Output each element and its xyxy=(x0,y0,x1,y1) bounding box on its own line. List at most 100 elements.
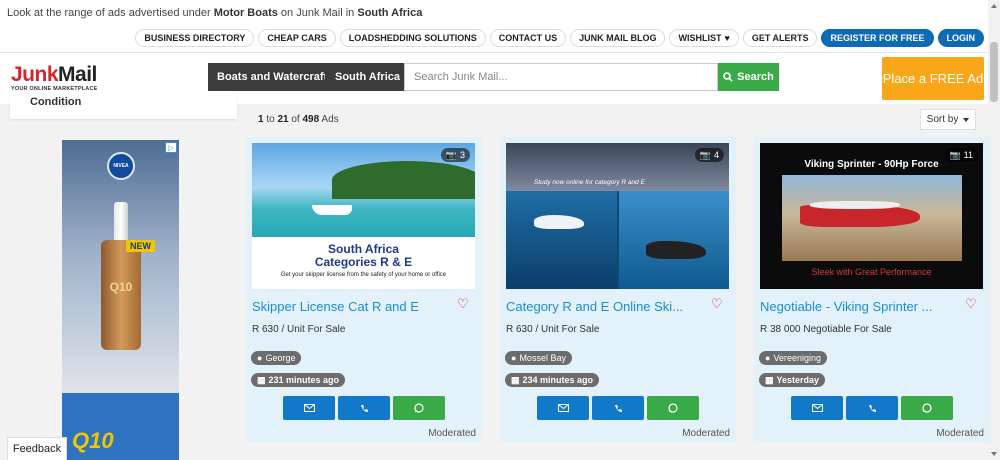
intro-text: Look at the range of ads advertised unde… xyxy=(7,7,422,19)
heart-icon: ♥ xyxy=(724,33,730,43)
time-badge: ▦ 231 minutes ago xyxy=(251,373,346,387)
advertisement-banner[interactable]: ▷ NIVEA NEW Q10 Q10 xyxy=(62,140,179,460)
time-text: 234 minutes ago xyxy=(522,375,594,385)
loadshedding-label: LOADSHEDDING SOLUTIONS xyxy=(348,33,477,43)
email-button[interactable] xyxy=(537,396,589,420)
listing-image[interactable]: Study now online for category R and E 📷 4 xyxy=(506,143,729,289)
region-select[interactable]: South Africa xyxy=(325,63,410,91)
blog-label: JUNK MAIL BLOG xyxy=(579,33,657,43)
listing-card[interactable]: South Africa Categories R & E Get your sk… xyxy=(246,137,482,442)
scroll-up-icon[interactable] xyxy=(991,4,997,8)
email-button[interactable] xyxy=(283,396,335,420)
ad-choices-icon[interactable]: ▷ xyxy=(165,142,177,153)
scroll-down-icon[interactable] xyxy=(991,452,997,456)
wishlist-link[interactable]: WISHLIST ♥ xyxy=(669,29,739,47)
bottle-image xyxy=(101,240,141,350)
time-text: Yesterday xyxy=(776,375,820,385)
favorite-heart-icon[interactable]: ♡ xyxy=(457,297,469,310)
camera-icon: 📷 xyxy=(949,149,961,160)
feedback-label: Feedback xyxy=(12,443,62,455)
scrollbar-thumb[interactable] xyxy=(990,42,998,102)
envelope-icon xyxy=(303,404,315,412)
image-caption-line3: Sleek with Great Performance xyxy=(811,267,932,277)
time-badge: ▦ Yesterday xyxy=(759,373,826,387)
loadshedding-link[interactable]: LOADSHEDDING SOLUTIONS xyxy=(339,29,486,47)
listing-price: R 38 000 Negotiable For Sale xyxy=(760,324,892,335)
cheap-cars-link[interactable]: CHEAP CARS xyxy=(258,29,336,47)
photo-count-badge: 📷 11 xyxy=(944,148,978,162)
brand-text: NIVEA xyxy=(113,163,129,169)
listing-card[interactable]: Viking Sprinter - 90Hp Force Sleek with … xyxy=(754,137,990,442)
search-icon xyxy=(723,72,733,82)
wishlist-label: WISHLIST xyxy=(678,33,722,43)
phone-icon xyxy=(614,404,622,412)
map-pin-icon: ● xyxy=(765,353,771,363)
phone-button[interactable] xyxy=(592,396,644,420)
login-button[interactable]: LOGIN xyxy=(937,29,984,47)
photo-count: 11 xyxy=(963,150,973,160)
logo-junk-text: Junk xyxy=(11,63,59,86)
map-pin-icon: ● xyxy=(511,353,517,363)
image-caption-line1: Study now online for category R and E xyxy=(534,179,645,186)
listing-title[interactable]: Negotiable - Viking Sprinter ... xyxy=(760,299,950,314)
location-text: Vereeniging xyxy=(773,353,821,363)
get-alerts-link[interactable]: GET ALERTS xyxy=(742,29,818,47)
listing-title[interactable]: Skipper License Cat R and E xyxy=(252,299,442,314)
results-ads-word: Ads xyxy=(319,114,339,125)
listing-title[interactable]: Category R and E Online Ski... xyxy=(506,299,696,314)
envelope-icon xyxy=(811,404,823,412)
favorite-heart-icon[interactable]: ♡ xyxy=(711,297,723,310)
search-button-label: Search xyxy=(737,71,774,83)
moderation-status: Moderated xyxy=(682,428,730,439)
feedback-button[interactable]: Feedback xyxy=(7,437,67,460)
map-pin-icon: ● xyxy=(257,353,263,363)
brand-logo: NIVEA xyxy=(107,152,135,180)
listing-price: R 630 / Unit For Sale xyxy=(252,324,346,335)
listing-price: R 630 / Unit For Sale xyxy=(506,324,600,335)
top-links: BUSINESS DIRECTORY CHEAP CARS LOADSHEDDI… xyxy=(135,29,984,47)
search-button[interactable]: Search xyxy=(718,63,779,91)
phone-button[interactable] xyxy=(338,396,390,420)
intro-category: Motor Boats xyxy=(213,7,278,19)
logo[interactable]: JunkMail YOUR ONLINE MARKETPLACE xyxy=(11,64,106,94)
bottle-cap-image xyxy=(114,202,128,240)
search-input[interactable] xyxy=(404,63,718,91)
business-directory-link[interactable]: BUSINESS DIRECTORY xyxy=(135,29,255,47)
listing-card[interactable]: Study now online for category R and E 📷 4… xyxy=(500,137,736,442)
condition-filter-label: Condition xyxy=(30,96,82,108)
contact-us-label: CONTACT US xyxy=(498,33,558,43)
camera-icon: 📷 xyxy=(699,149,711,160)
whatsapp-icon xyxy=(668,403,678,413)
listing-image[interactable]: Viking Sprinter - 90Hp Force Sleek with … xyxy=(760,143,983,289)
blog-link[interactable]: JUNK MAIL BLOG xyxy=(570,29,666,47)
camera-icon: 📷 xyxy=(445,149,457,160)
sort-by-dropdown[interactable]: Sort by xyxy=(920,109,976,130)
image-caption-line1: South Africa xyxy=(328,242,399,256)
results-of-word: of xyxy=(288,114,303,125)
register-button[interactable]: REGISTER FOR FREE xyxy=(821,29,934,47)
favorite-heart-icon[interactable]: ♡ xyxy=(965,297,977,310)
location-badge: ● Mossel Bay xyxy=(505,351,572,365)
email-button[interactable] xyxy=(791,396,843,420)
listing-image[interactable]: South Africa Categories R & E Get your sk… xyxy=(252,143,475,289)
contact-us-link[interactable]: CONTACT US xyxy=(489,29,567,47)
calendar-icon: ▦ xyxy=(257,374,266,385)
moderation-status: Moderated xyxy=(428,428,476,439)
contact-buttons xyxy=(283,396,445,420)
whatsapp-button[interactable] xyxy=(393,396,445,420)
category-select[interactable]: Boats and Watercraft xyxy=(208,63,338,91)
calendar-icon: ▦ xyxy=(765,374,774,385)
intro-prefix: Look at the range of ads advertised unde… xyxy=(7,7,214,19)
whatsapp-button[interactable] xyxy=(901,396,953,420)
place-free-ad-button[interactable]: Place a FREE Ad xyxy=(882,57,984,100)
location-badge: ● George xyxy=(251,351,302,365)
results-count: 1 to 21 of 498 Ads xyxy=(258,114,339,125)
calendar-icon: ▦ xyxy=(511,374,520,385)
condition-filter[interactable]: Condition xyxy=(10,96,237,119)
logo-mail-text: Mail xyxy=(58,63,97,86)
photo-count: 3 xyxy=(459,150,465,160)
whatsapp-button[interactable] xyxy=(647,396,699,420)
location-text: George xyxy=(265,353,296,363)
photo-count-badge: 📷 3 xyxy=(440,148,470,162)
phone-button[interactable] xyxy=(846,396,898,420)
